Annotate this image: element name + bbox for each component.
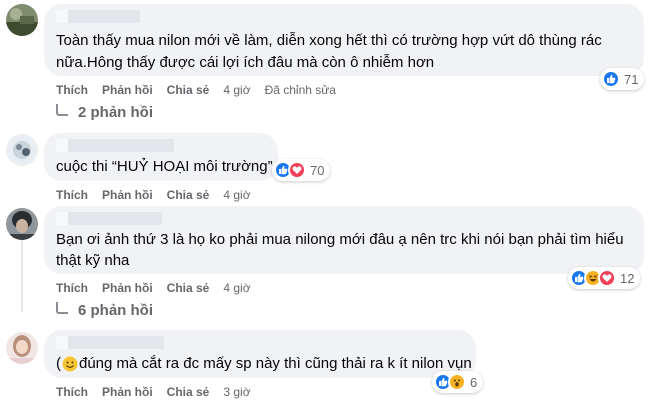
avatar-image-2 <box>6 134 38 166</box>
redacted-author-name[interactable] <box>56 139 174 152</box>
avatar-image-1 <box>6 4 38 36</box>
comment-timestamp[interactable]: 4 giờ <box>223 188 250 202</box>
comment-bubble-3: Bạn ơi ảnh thứ 3 là họ ko phải mua nilon… <box>44 206 644 274</box>
reaction-count: 6 <box>470 374 478 390</box>
reactions-summary-2[interactable]: 70 <box>272 159 331 181</box>
comment-actions-2: Thích Phản hồi Chia sẻ 4 giờ <box>56 188 265 202</box>
comment-text: ( đúng mà cắt ra đc mấy sp này thì cũng … <box>56 353 472 375</box>
reactions-summary-4[interactable]: 6 <box>432 371 484 393</box>
heart-icon <box>288 161 306 179</box>
reply-button[interactable]: Phản hồi <box>102 281 153 295</box>
like-button[interactable]: Thích <box>56 188 88 202</box>
commenter-avatar-3[interactable] <box>6 208 38 240</box>
reaction-count: 71 <box>624 71 639 87</box>
reply-arrow-icon <box>56 301 68 314</box>
comment-text-line: cuộc thi “HUỶ HOẠI môi trường” <box>56 158 273 175</box>
redacted-author-name[interactable] <box>56 10 140 23</box>
share-button[interactable]: Chia sẻ <box>167 385 210 399</box>
view-replies-button[interactable]: 6 phản hồi <box>56 301 153 319</box>
reply-button[interactable]: Phản hồi <box>102 83 153 97</box>
edited-label[interactable]: Đã chỉnh sửa <box>265 83 336 97</box>
comment-bubble-2: cuộc thi “HUỶ HOẠI môi trường” <box>44 133 278 181</box>
redacted-author-name[interactable] <box>56 212 162 225</box>
reactions-summary-3[interactable]: 12 <box>568 267 641 289</box>
commenter-avatar-4[interactable] <box>6 332 38 364</box>
reply-button[interactable]: Phản hồi <box>102 385 153 399</box>
replies-count-label[interactable]: 6 phản hồi <box>78 302 153 319</box>
heart-icon <box>598 269 616 287</box>
comment-timestamp[interactable]: 4 giờ <box>223 281 250 295</box>
comment-bubble-1: Toàn thấy mua nilon mới về làm, diễn xon… <box>44 4 644 76</box>
wow-icon <box>448 373 466 391</box>
commenter-avatar-1[interactable] <box>6 4 38 36</box>
comment-timestamp[interactable]: 4 giờ <box>223 83 250 97</box>
view-replies-button[interactable]: 2 phản hồi <box>56 103 153 121</box>
thread-line <box>21 240 23 312</box>
like-icon <box>602 70 620 88</box>
like-button[interactable]: Thích <box>56 281 88 295</box>
commenter-avatar-2[interactable] <box>6 134 38 166</box>
reaction-count: 70 <box>310 162 325 178</box>
comment-actions-3: Thích Phản hồi Chia sẻ 4 giờ <box>56 281 265 295</box>
comment-text-body: đúng mà cắt ra đc mấy sp này thì cũng th… <box>79 355 472 372</box>
comment-timestamp[interactable]: 3 giờ <box>223 385 250 399</box>
like-button[interactable]: Thích <box>56 83 88 97</box>
like-button[interactable]: Thích <box>56 385 88 399</box>
reply-button[interactable]: Phản hồi <box>102 188 153 202</box>
avatar-image-3 <box>6 208 38 240</box>
comment-text-line: Bạn ơi ảnh thứ 3 là họ ko phải mua nilon… <box>56 231 624 248</box>
redacted-author-name[interactable] <box>56 336 164 349</box>
comment-text-prefix: ( <box>56 355 61 372</box>
smiley-emoji-icon <box>62 356 78 372</box>
share-button[interactable]: Chia sẻ <box>167 188 210 202</box>
comment-bubble-4: ( đúng mà cắt ra đc mấy sp này thì cũng … <box>44 330 476 378</box>
reactions-summary-1[interactable]: 71 <box>600 68 645 90</box>
comment-actions-1: Thích Phản hồi Chia sẻ 4 giờ Đã chỉnh sử… <box>56 83 336 97</box>
comment-actions-4: Thích Phản hồi Chia sẻ 3 giờ <box>56 385 265 399</box>
comment-text-line: thật kỹ nha <box>56 252 130 269</box>
reaction-count: 12 <box>620 270 635 286</box>
replies-count-label[interactable]: 2 phản hồi <box>78 104 153 121</box>
share-button[interactable]: Chia sẻ <box>167 83 210 97</box>
comment-text-line: Toàn thấy mua nilon mới về làm, diễn xon… <box>56 32 602 49</box>
reply-arrow-icon <box>56 103 68 116</box>
avatar-image-4 <box>6 332 38 364</box>
share-button[interactable]: Chia sẻ <box>167 281 210 295</box>
comment-text-line: nữa.Hông thấy được cái lợi ích đâu mà cò… <box>56 54 435 71</box>
